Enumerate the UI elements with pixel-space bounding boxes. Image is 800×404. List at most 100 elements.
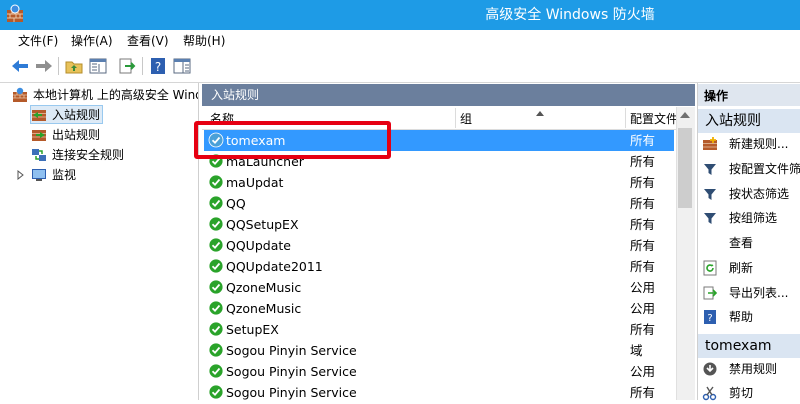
rule-row[interactable]: Sogou Pinyin Service 域	[204, 340, 674, 361]
action-filter-by-state[interactable]: 按状态筛选	[702, 183, 800, 205]
console-tree-icon[interactable]	[88, 56, 108, 76]
action-label: 新建规则...	[729, 137, 789, 151]
rule-profile: 公用	[630, 301, 656, 316]
help-icon: ?	[704, 310, 716, 324]
action-label: 按状态筛选	[729, 187, 790, 201]
column-divider[interactable]	[455, 108, 456, 128]
action-label: 查看	[729, 236, 754, 250]
action-label: 刷新	[729, 261, 754, 275]
scroll-up-arrow-icon[interactable]	[680, 112, 690, 118]
new-rule-icon	[703, 137, 717, 150]
export-list-icon	[703, 286, 718, 300]
rule-name: Sogou Pinyin Service	[226, 385, 357, 400]
svg-text:?: ?	[155, 60, 161, 74]
rule-row[interactable]: QzoneMusic 公用	[204, 298, 674, 319]
rule-name: QQUpdate	[226, 238, 291, 253]
rule-row[interactable]: QQ 所有	[204, 193, 674, 214]
action-label: 按组筛选	[729, 211, 778, 225]
rule-profile: 域	[630, 343, 643, 358]
rule-name: Sogou Pinyin Service	[226, 343, 357, 358]
tree-item-connection-security[interactable]: 连接安全规则	[52, 146, 124, 164]
action-disable-rule[interactable]: 禁用规则	[702, 358, 800, 380]
outbound-rules-icon	[32, 130, 46, 141]
rule-profile: 所有	[630, 238, 656, 253]
tree-root-label[interactable]: 本地计算机 上的高级安全 Windows 防火墙	[33, 86, 198, 104]
column-group[interactable]: 组	[460, 111, 472, 127]
rule-profile: 所有	[630, 175, 656, 190]
column-profile[interactable]: 配置文件	[630, 111, 676, 127]
toolbar-separator	[58, 57, 59, 75]
rule-row[interactable]: QQSetupEX 所有	[204, 214, 674, 235]
action-cut[interactable]: 剪切	[702, 382, 800, 404]
inbound-rules-icon	[32, 110, 46, 121]
expand-arrow-icon[interactable]	[17, 170, 25, 180]
action-pane-icon[interactable]	[172, 56, 192, 76]
rules-panel-header	[202, 84, 695, 106]
highlight-annotation-box	[194, 121, 391, 159]
action-new-rule[interactable]: 新建规则...	[702, 133, 800, 155]
rules-panel-title: 入站规则	[211, 88, 260, 102]
action-filter-by-group[interactable]: 按组筛选	[702, 207, 800, 229]
up-folder-icon[interactable]	[64, 56, 84, 76]
action-view[interactable]: 查看	[702, 232, 800, 254]
check-shield-icon	[208, 384, 224, 400]
cut-icon	[702, 386, 717, 401]
actions-group-selected-rule[interactable]: tomexam	[698, 334, 800, 358]
tree-item-outbound-rules[interactable]: 出站规则	[52, 126, 100, 144]
rule-name: SetupEX	[226, 322, 279, 337]
rule-profile: 所有	[630, 259, 656, 274]
action-label: 按配置文件筛选	[729, 162, 800, 176]
rule-row[interactable]: maUpdat 所有	[204, 172, 674, 193]
firewall-root-icon	[13, 87, 27, 102]
rule-profile: 所有	[630, 322, 656, 337]
menu-bar	[0, 30, 800, 52]
action-help[interactable]: ? 帮助	[702, 306, 800, 328]
back-icon[interactable]	[10, 56, 30, 76]
rule-profile: 公用	[630, 364, 656, 379]
export-icon[interactable]	[117, 56, 137, 76]
toolbar-separator	[142, 57, 143, 75]
menu-view[interactable]: 查看(V)	[127, 33, 169, 49]
tree-item-monitor[interactable]: 监视	[52, 166, 76, 184]
check-shield-icon	[208, 363, 224, 379]
action-filter-by-profile[interactable]: 按配置文件筛选	[702, 158, 800, 180]
check-shield-icon	[208, 279, 224, 295]
action-export-list[interactable]: 导出列表...	[702, 282, 800, 304]
rule-name: QQUpdate2011	[226, 259, 323, 274]
help-icon[interactable]: ?	[148, 56, 168, 76]
menu-file[interactable]: 文件(F)	[18, 33, 58, 49]
disable-rule-icon	[703, 362, 717, 376]
window-title: 高级安全 Windows 防火墙	[485, 7, 655, 23]
rule-profile: 公用	[630, 280, 656, 295]
monitor-icon	[32, 169, 46, 181]
action-label: 剪切	[729, 386, 754, 400]
rule-profile: 所有	[630, 133, 656, 148]
rule-row[interactable]: SetupEX 所有	[204, 319, 674, 340]
menu-action[interactable]: 操作(A)	[71, 33, 113, 49]
rule-profile: 所有	[630, 154, 656, 169]
tree-item-inbound-rules[interactable]: 入站规则	[52, 106, 100, 124]
column-divider[interactable]	[625, 108, 626, 128]
check-shield-icon	[208, 342, 224, 358]
rule-name: Sogou Pinyin Service	[226, 364, 357, 379]
action-refresh[interactable]: 刷新	[702, 257, 800, 279]
menu-help[interactable]: 帮助(H)	[183, 33, 225, 49]
rule-row[interactable]: QzoneMusic 公用	[204, 277, 674, 298]
rule-row[interactable]: QQUpdate 所有	[204, 235, 674, 256]
svg-text:?: ?	[707, 313, 712, 324]
check-shield-icon	[208, 195, 224, 211]
rule-name: maUpdat	[226, 175, 284, 190]
scrollbar-thumb[interactable]	[678, 128, 692, 208]
action-label: 导出列表...	[729, 286, 789, 300]
rule-row[interactable]: Sogou Pinyin Service 公用	[204, 361, 674, 382]
rule-row[interactable]: QQUpdate2011 所有	[204, 256, 674, 277]
check-shield-icon	[208, 300, 224, 316]
actions-group-inbound-rules[interactable]: 入站规则	[698, 109, 800, 133]
check-shield-icon	[208, 237, 224, 253]
rule-profile: 所有	[630, 385, 656, 400]
forward-icon[interactable]	[34, 56, 54, 76]
check-shield-icon	[208, 216, 224, 232]
rule-name: QzoneMusic	[226, 280, 302, 295]
refresh-icon	[703, 260, 717, 276]
check-shield-icon	[208, 174, 224, 190]
